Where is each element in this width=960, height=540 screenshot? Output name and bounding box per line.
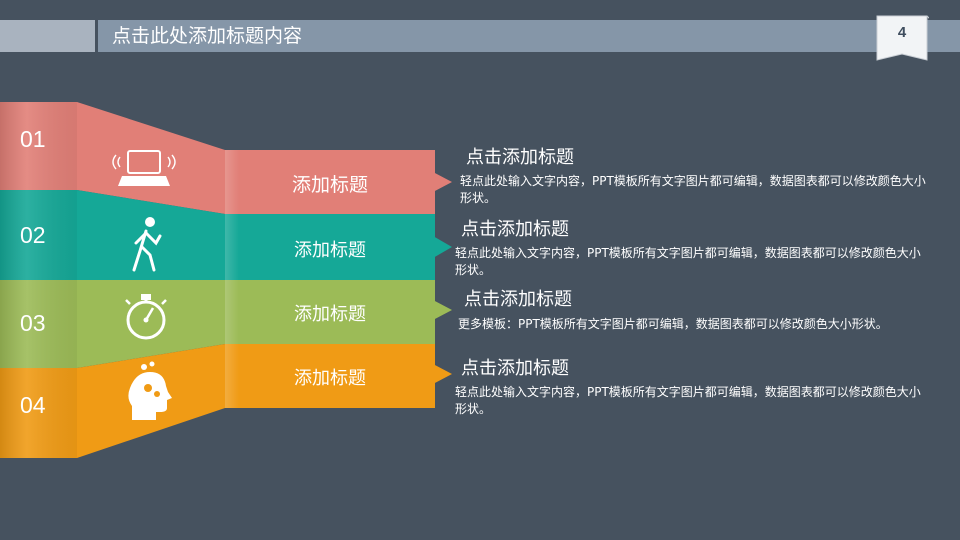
item-desc-03[interactable]: 更多模板：PPT模板所有文字图片都可编辑，数据图表都可以修改颜色大小形状。 bbox=[458, 316, 928, 333]
item-desc-01[interactable]: 轻点此处输入文字内容，PPT模板所有文字图片都可编辑，数据图表都可以修改颜色大小… bbox=[460, 173, 930, 207]
pointer-04 bbox=[433, 364, 452, 384]
step-label-04[interactable]: 添加标题 bbox=[225, 364, 435, 390]
item-title-01[interactable]: 点击添加标题 bbox=[466, 143, 574, 169]
item-desc-02[interactable]: 轻点此处输入文字内容，PPT模板所有文字图片都可编辑，数据图表都可以修改颜色大小… bbox=[455, 245, 925, 279]
pointer-03 bbox=[433, 300, 452, 320]
item-desc-04[interactable]: 轻点此处输入文字内容，PPT模板所有文字图片都可编辑，数据图表都可以修改颜色大小… bbox=[455, 384, 925, 418]
pointer-01 bbox=[433, 172, 452, 192]
item-title-03[interactable]: 点击添加标题 bbox=[464, 285, 572, 311]
item-title-02[interactable]: 点击添加标题 bbox=[461, 215, 569, 241]
step-number-01: 01 bbox=[20, 126, 46, 152]
step-number-04: 04 bbox=[20, 392, 46, 418]
step-label-02[interactable]: 添加标题 bbox=[225, 236, 435, 262]
step-number-02: 02 bbox=[20, 222, 46, 248]
step-label-03[interactable]: 添加标题 bbox=[225, 300, 435, 326]
item-title-04[interactable]: 点击添加标题 bbox=[461, 354, 569, 380]
step-label-01[interactable]: 添加标题 bbox=[225, 170, 435, 197]
pointer-02 bbox=[433, 236, 452, 258]
step-number-03: 03 bbox=[20, 310, 46, 336]
